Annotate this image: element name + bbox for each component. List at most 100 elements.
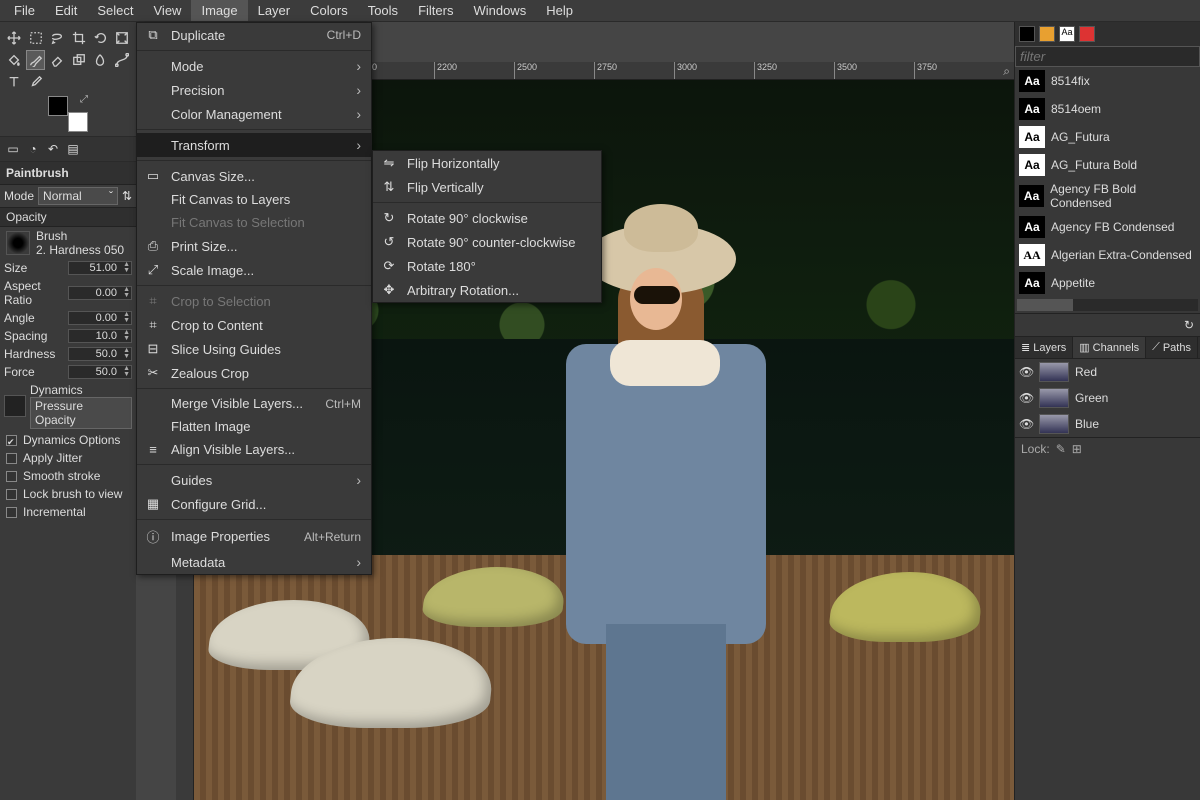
channel-blue[interactable]: 👁 Blue xyxy=(1015,411,1200,437)
channel-green[interactable]: 👁 Green xyxy=(1015,385,1200,411)
menu-item-metadata[interactable]: Metadata xyxy=(137,550,371,574)
menu-item-mode[interactable]: Mode xyxy=(137,54,371,78)
brush-preview[interactable] xyxy=(6,231,30,255)
undo-history-tab[interactable]: ↶ xyxy=(44,140,62,158)
menu-view[interactable]: View xyxy=(144,0,192,21)
tool-options-tab[interactable]: ▭ xyxy=(4,140,22,158)
tab-paths[interactable]: ⟋Paths xyxy=(1146,337,1198,358)
menu-item-align-visible-layers[interactable]: ≡Align Visible Layers... xyxy=(137,438,371,461)
channel-red[interactable]: 👁 Red xyxy=(1015,359,1200,385)
font-item[interactable]: Aa8514fix xyxy=(1015,67,1200,95)
slider-hardness[interactable]: Hardness 50.0 ▲▼ xyxy=(0,345,136,363)
menu-item-configure-grid[interactable]: ▦Configure Grid... xyxy=(137,492,371,516)
menu-item-transform[interactable]: Transform xyxy=(137,133,371,157)
document-tab-icon[interactable] xyxy=(1079,26,1095,42)
menu-item-arbitrary-rotation[interactable]: ✥Arbitrary Rotation... xyxy=(373,278,601,302)
dynamics-select[interactable]: Pressure Opacity xyxy=(30,397,132,429)
swatch-orange[interactable] xyxy=(1039,26,1055,42)
lock-position-icon[interactable]: ⊞ xyxy=(1072,442,1082,456)
checkbox-apply-jitter[interactable]: Apply Jitter xyxy=(0,449,136,467)
slider-spacing[interactable]: Spacing 10.0 ▲▼ xyxy=(0,327,136,345)
menu-item-rotate-180[interactable]: ⟳Rotate 180° xyxy=(373,254,601,278)
menu-windows[interactable]: Windows xyxy=(463,0,536,21)
fg-bg-swatch[interactable]: ⤢ xyxy=(48,96,88,132)
checkbox-smooth-stroke[interactable]: Smooth stroke xyxy=(0,467,136,485)
swatch-black[interactable] xyxy=(1019,26,1035,42)
crop-tool[interactable] xyxy=(69,28,89,48)
menu-item-guides[interactable]: Guides xyxy=(137,468,371,492)
menu-file[interactable]: File xyxy=(4,0,45,21)
menu-item-color-management[interactable]: Color Management xyxy=(137,102,371,126)
mode-swap-icon[interactable]: ⇅ xyxy=(122,189,132,203)
tab-channels[interactable]: ▥Channels xyxy=(1073,337,1146,358)
menu-item-flatten-image[interactable]: Flatten Image xyxy=(137,415,371,438)
font-item[interactable]: AaAgency FB Bold Condensed xyxy=(1015,179,1200,213)
menu-select[interactable]: Select xyxy=(87,0,143,21)
swap-colors-icon[interactable]: ⤢ xyxy=(80,94,88,105)
checkbox-incremental[interactable]: Incremental xyxy=(0,503,136,521)
font-item[interactable]: AaAG_Futura xyxy=(1015,123,1200,151)
dynamics-preview[interactable] xyxy=(4,395,26,417)
lasso-tool[interactable] xyxy=(47,28,67,48)
path-tool[interactable] xyxy=(112,50,132,70)
rect-select-tool[interactable] xyxy=(26,28,46,48)
images-tab[interactable]: ▤ xyxy=(64,140,82,158)
menu-item-slice-using-guides[interactable]: ⊟Slice Using Guides xyxy=(137,337,371,361)
menu-item-duplicate[interactable]: ⧉DuplicateCtrl+D xyxy=(137,23,371,47)
menu-image[interactable]: Image xyxy=(191,0,247,21)
fonts-tab-icon[interactable]: Aa xyxy=(1059,26,1075,42)
menu-help[interactable]: Help xyxy=(536,0,583,21)
font-item[interactable]: AaAgency FB Condensed xyxy=(1015,213,1200,241)
menu-item-rotate-90-counter-clockwise[interactable]: ↺Rotate 90° counter-clockwise xyxy=(373,230,601,254)
spinner-arrows-icon[interactable]: ▲▼ xyxy=(123,262,130,274)
spinner-arrows-icon[interactable]: ▲▼ xyxy=(123,348,130,360)
menu-item-print-size[interactable]: ⎙Print Size... xyxy=(137,234,371,258)
menu-item-flip-vertically[interactable]: ⇅Flip Vertically xyxy=(373,175,601,199)
dynamics-options-expander[interactable]: Dynamics Options xyxy=(0,431,136,449)
eraser-tool[interactable] xyxy=(47,50,67,70)
slider-angle[interactable]: Angle 0.00 ▲▼ xyxy=(0,309,136,327)
lock-brush-icon[interactable]: ✎ xyxy=(1056,442,1066,456)
menu-item-scale-image[interactable]: ⤢Scale Image... xyxy=(137,258,371,282)
visibility-icon[interactable]: 👁 xyxy=(1019,365,1033,379)
menu-item-flip-horizontally[interactable]: ⇋Flip Horizontally xyxy=(373,151,601,175)
menu-filters[interactable]: Filters xyxy=(408,0,463,21)
refresh-icon[interactable]: ↻ xyxy=(1184,318,1194,332)
menu-layer[interactable]: Layer xyxy=(248,0,301,21)
device-status-tab[interactable]: ◔ xyxy=(24,140,42,158)
menu-item-precision[interactable]: Precision xyxy=(137,78,371,102)
blend-mode-select[interactable]: Normal ˇ xyxy=(38,187,118,205)
spinner-arrows-icon[interactable]: ▲▼ xyxy=(123,312,130,324)
clone-tool[interactable] xyxy=(69,50,89,70)
warp-tool[interactable] xyxy=(112,28,132,48)
bg-color[interactable] xyxy=(68,112,88,132)
menu-item-merge-visible-layers[interactable]: Merge Visible Layers...Ctrl+M xyxy=(137,392,371,415)
visibility-icon[interactable]: 👁 xyxy=(1019,417,1033,431)
fg-color[interactable] xyxy=(48,96,68,116)
font-filter-input[interactable] xyxy=(1015,46,1200,67)
spinner-arrows-icon[interactable]: ▲▼ xyxy=(123,287,130,299)
menu-item-rotate-90-clockwise[interactable]: ↻Rotate 90° clockwise xyxy=(373,206,601,230)
tab-layers[interactable]: ≣Layers xyxy=(1015,337,1073,358)
menu-edit[interactable]: Edit xyxy=(45,0,87,21)
font-item[interactable]: AaAppetite xyxy=(1015,269,1200,297)
bucket-tool[interactable] xyxy=(4,50,24,70)
color-picker-tool[interactable] xyxy=(26,72,46,92)
slider-force[interactable]: Force 50.0 ▲▼ xyxy=(0,363,136,381)
paintbrush-tool[interactable] xyxy=(26,50,46,70)
menu-item-zealous-crop[interactable]: ✂Zealous Crop xyxy=(137,361,371,385)
menu-tools[interactable]: Tools xyxy=(358,0,408,21)
menu-item-canvas-size[interactable]: ▭Canvas Size... xyxy=(137,164,371,188)
smudge-tool[interactable] xyxy=(91,50,111,70)
font-scrollbar[interactable] xyxy=(1017,299,1198,311)
rotate-tool[interactable] xyxy=(91,28,111,48)
slider-aspect-ratio[interactable]: Aspect Ratio 0.00 ▲▼ xyxy=(0,277,136,309)
slider-size[interactable]: Size 51.00 ▲▼ xyxy=(0,259,136,277)
move-tool[interactable] xyxy=(4,28,24,48)
text-tool[interactable] xyxy=(4,72,24,92)
font-item[interactable]: AaAG_Futura Bold xyxy=(1015,151,1200,179)
checkbox-lock-brush-to-view[interactable]: Lock brush to view xyxy=(0,485,136,503)
visibility-icon[interactable]: 👁 xyxy=(1019,391,1033,405)
spinner-arrows-icon[interactable]: ▲▼ xyxy=(123,366,130,378)
menu-item-fit-canvas-to-layers[interactable]: Fit Canvas to Layers xyxy=(137,188,371,211)
